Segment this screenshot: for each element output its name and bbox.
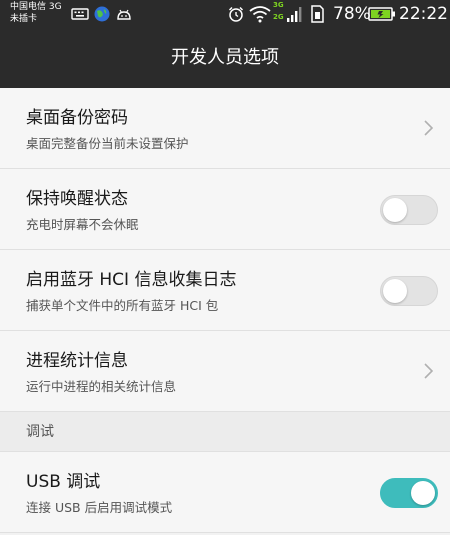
settings-list: 桌面备份密码 桌面完整备份当前未设置保护 保持唤醒状态 充电时屏幕不会休眠 启用… [0, 88, 450, 535]
setting-title: 保持唤醒状态 [26, 189, 128, 209]
clock: 22:22 [399, 4, 448, 24]
setting-process-stats[interactable]: 进程统计信息 运行中进程的相关统计信息 [0, 331, 450, 412]
battery-percent: 78% [333, 4, 371, 24]
setting-subtitle: 充电时屏幕不会休眠 [26, 217, 139, 232]
sim-status: 未插卡 [10, 14, 38, 24]
toggle-knob [383, 198, 407, 222]
page-title: 开发人员选项 [171, 47, 279, 68]
android-icon [117, 9, 131, 20]
section-label: 调试 [26, 424, 54, 440]
setting-title: 桌面备份密码 [26, 108, 128, 128]
setting-desktop-backup-password[interactable]: 桌面备份密码 桌面完整备份当前未设置保护 [0, 88, 450, 169]
stay-awake-toggle[interactable] [380, 195, 438, 225]
toggle-knob [411, 481, 435, 505]
setting-stay-awake[interactable]: 保持唤醒状态 充电时屏幕不会休眠 [0, 169, 450, 250]
title-bar: 开发人员选项 [0, 28, 450, 88]
status-bar: 中国电信 3G 未插卡 3G 2G 78% 22:22 [0, 0, 450, 28]
usb-debugging-toggle[interactable] [380, 478, 438, 508]
network-type-3g: 3G [273, 1, 284, 9]
network-type-2g: 2G [273, 13, 284, 21]
carrier-info: 中国电信 3G 未插卡 [10, 1, 70, 25]
chevron-right-icon [424, 363, 434, 379]
carrier-name: 中国电信 3G [10, 2, 62, 12]
toggle-knob [383, 279, 407, 303]
setting-bluetooth-hci-log[interactable]: 启用蓝牙 HCI 信息收集日志 捕获单个文件中的所有蓝牙 HCI 包 [0, 250, 450, 331]
section-header-debugging: 调试 [0, 412, 450, 452]
setting-title: 进程统计信息 [26, 351, 128, 371]
setting-title: USB 调试 [26, 472, 101, 492]
sim-icon [311, 5, 324, 23]
browser-globe-icon [94, 6, 110, 22]
signal-icon [287, 7, 302, 22]
battery-icon [368, 7, 395, 21]
setting-subtitle: 连接 USB 后启用调试模式 [26, 500, 173, 515]
keyboard-icon [71, 8, 89, 20]
setting-usb-debugging[interactable]: USB 调试 连接 USB 后启用调试模式 [0, 452, 450, 533]
setting-subtitle: 运行中进程的相关统计信息 [26, 379, 177, 394]
chevron-right-icon [424, 120, 434, 136]
setting-subtitle: 桌面完整备份当前未设置保护 [26, 136, 189, 151]
wifi-icon [249, 6, 271, 23]
alarm-icon [228, 6, 244, 22]
setting-subtitle: 捕获单个文件中的所有蓝牙 HCI 包 [26, 298, 219, 313]
setting-title: 启用蓝牙 HCI 信息收集日志 [26, 270, 237, 290]
bluetooth-hci-log-toggle[interactable] [380, 276, 438, 306]
